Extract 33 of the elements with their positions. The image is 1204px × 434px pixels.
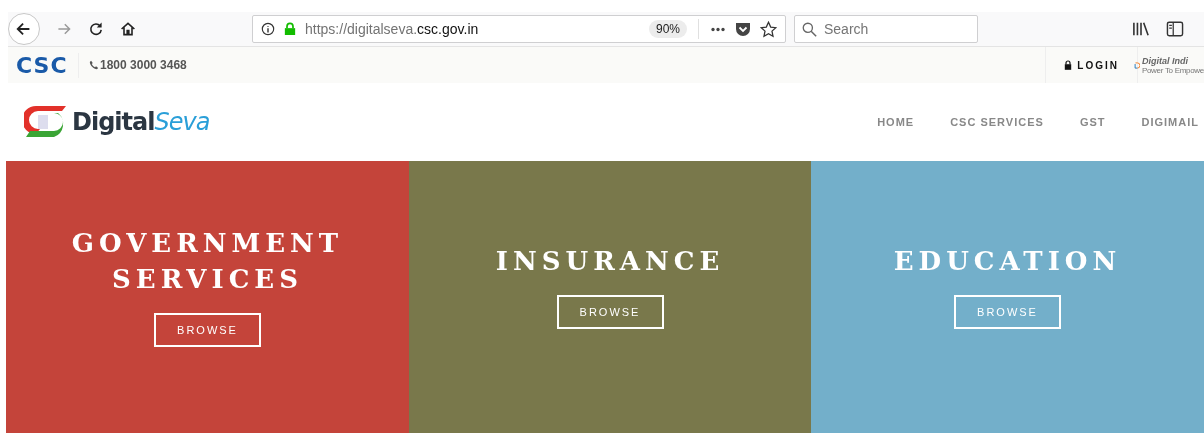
browse-button[interactable]: BROWSE: [154, 313, 261, 347]
login-link[interactable]: LOGIN: [1045, 47, 1138, 83]
phone-icon: [89, 60, 99, 70]
zoom-badge[interactable]: 90%: [648, 20, 687, 38]
back-button[interactable]: [8, 13, 40, 45]
brand-name[interactable]: DigitalSeva: [72, 108, 210, 136]
star-icon[interactable]: [760, 20, 777, 38]
brand-logo-icon[interactable]: [24, 104, 68, 140]
nav-link[interactable]: HOME: [877, 116, 915, 128]
lock-icon: [284, 22, 296, 36]
phone-number: 1800 3000 3468: [100, 58, 187, 72]
address-bar[interactable]: https://digitalseva.csc.gov.in 90%: [252, 15, 786, 43]
category-title: INSURANCE: [495, 245, 725, 278]
category-title: GOVERNMENT SERVICES: [70, 227, 345, 296]
category-title: EDUCATION: [893, 245, 1122, 278]
csc-logo[interactable]: CSC: [16, 52, 79, 78]
info-icon[interactable]: [261, 22, 275, 36]
url-text: https://digitalseva.csc.gov.in: [305, 21, 480, 37]
sidebar-icon[interactable]: [1166, 21, 1184, 37]
more-icon[interactable]: [710, 26, 726, 32]
nav-link[interactable]: GST: [1079, 116, 1106, 128]
digital-india-tagline: Power To Empowe: [1141, 65, 1204, 75]
library-icon[interactable]: [1132, 21, 1150, 37]
padlock-icon: [1064, 60, 1073, 70]
search-icon: [802, 22, 817, 37]
search-field[interactable]: Search: [794, 15, 978, 43]
nav-link[interactable]: DIGIMAIL: [1141, 116, 1199, 128]
pocket-icon[interactable]: [735, 21, 751, 37]
reload-icon[interactable]: [88, 21, 104, 37]
digital-india-name: Digital Indi: [1141, 55, 1189, 66]
browse-button[interactable]: BROWSE: [556, 295, 664, 329]
home-icon[interactable]: [120, 21, 136, 37]
nav-link[interactable]: CSC SERVICES: [950, 116, 1044, 128]
